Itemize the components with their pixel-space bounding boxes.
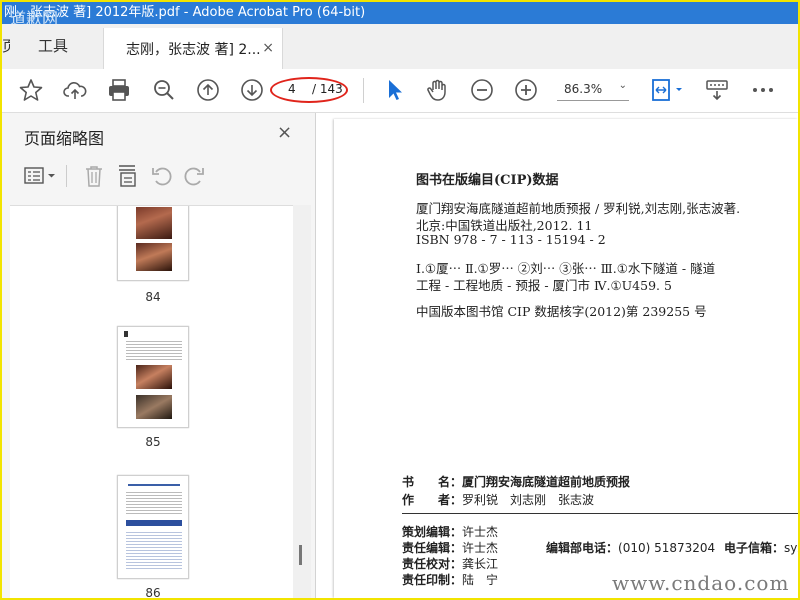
book-name-row: 书 名：厦门翔安海底隧道超前地质预报 [402,473,630,490]
cip-line: ISBN 978 - 7 - 113 - 15194 - 2 [416,232,606,247]
zoom-out-icon[interactable] [469,77,495,103]
read-mode-icon[interactable] [704,77,730,103]
zoom-in-icon[interactable] [513,77,539,103]
zoom-value: 86.3% [564,82,603,96]
pdf-page: 图书在版编目(CIP)数据 厦门翔安海底隧道超前地质预报 / 罗利锐,刘志刚,张… [334,119,798,598]
book-name: 厦门翔安海底隧道超前地质预报 [462,475,631,489]
close-panel-icon[interactable]: × [277,122,292,143]
document-tab-label: 志刚，张志波 著] 2... [126,42,261,58]
document-tab[interactable]: 志刚，张志波 著] 2... × [103,28,283,69]
dept-phone-row: 编辑部电话：(010) 51873204 [546,539,715,556]
panel-toolbar-divider [66,165,67,187]
zoom-select[interactable]: 86.3% ⌄ [557,80,629,101]
chevron-down-icon: ⌄ [618,80,627,91]
printer: 陆 宁 [462,573,499,587]
responsible-editor-label: 责任编辑： [402,541,463,555]
cip-line: 中国版本图书馆 CIP 数据核字(2012)第 239255 号 [416,304,707,319]
author-row: 作 者：罗利锐 刘志刚 张志波 [402,491,594,508]
thumbnail-page-86[interactable] [117,475,189,579]
thumbnail-banner [126,520,182,526]
email: syx [784,541,798,555]
print-icon[interactable] [106,77,132,103]
next-page-icon[interactable] [239,77,265,103]
planning-editor: 许士杰 [462,525,499,539]
more-options-icon[interactable] [750,77,776,103]
select-pointer-icon[interactable] [382,77,408,103]
thumbnail-page-84[interactable] [117,206,189,281]
thumbnail-list[interactable]: 84 85 86 [10,205,293,599]
authors: 罗利锐 刘志刚 张志波 [462,493,595,507]
star-icon[interactable] [18,77,44,103]
thumbnail-text [126,490,182,516]
document-view[interactable]: 图书在版编目(CIP)数据 厦门翔安海底隧道超前地质预报 / 罗利锐,刘志刚,张… [316,113,798,598]
cloud-upload-icon[interactable] [62,77,88,103]
thumbnail-image [136,395,172,419]
printer-row: 责任印制：陆 宁 [402,571,498,588]
proofreader-row: 责任校对：龚长江 [402,555,498,572]
close-tab-icon[interactable]: × [262,40,274,56]
planning-editor-row: 策划编辑：许士杰 [402,523,498,540]
thumbnail-page-85[interactable] [117,326,189,428]
thumbnail-scrollbar[interactable] [293,205,311,598]
hand-tool-icon[interactable] [425,77,451,103]
dept-phone: (010) 51873204 [618,541,716,555]
thumbnail-image [136,207,172,239]
previous-page-icon[interactable] [195,77,221,103]
thumbnail-label: 85 [145,435,161,449]
red-highlight-circle [270,77,348,103]
cip-line: 工程 - 工程地质 - 预报 - 厦门市 Ⅳ.①U459. 5 [416,278,672,293]
insert-page-icon[interactable] [116,163,140,189]
planning-editor-label: 策划编辑： [402,525,463,539]
menu-home[interactable]: 页 [2,24,10,69]
thumbnail-text [126,530,182,570]
page-thumbnails-panel: 页面缩略图 × 84 85 86 [2,113,316,598]
email-label: 电子信箱： [724,541,785,555]
book-name-label: 书 名： [402,475,463,489]
proofreader-label: 责任校对： [402,557,463,571]
thumbnail-options-icon[interactable] [24,163,60,189]
thumbnail-heading [128,484,180,486]
rotate-left-icon[interactable] [150,163,174,189]
printer-label: 责任印制： [402,573,463,587]
cip-heading: 图书在版编目(CIP)数据 [416,173,559,188]
responsible-editor-row: 责任编辑：许士杰 [402,539,498,556]
watermark-bottom-right: www.cndao.com [612,571,790,595]
thumbnail-image [136,243,172,271]
acrobat-window: 刚，张志波 著] 2012年版.pdf - Adobe Acrobat Pro … [0,0,800,600]
divider-line [402,513,798,514]
page-fit-icon[interactable] [650,77,686,103]
thumbnail-label: 84 [145,290,161,304]
tab-bar: 页 工具 志刚，张志波 著] 2... × [2,24,798,70]
toolbar: 4 / 143 86.3% ⌄ [2,69,798,113]
page-number-box: 4 / 143 [270,77,350,103]
toolbar-divider [363,78,364,103]
dept-phone-label: 编辑部电话： [546,541,619,555]
thumbnail-image [136,365,172,389]
proofreader: 龚长江 [462,557,499,571]
thumbnail-text [126,339,182,361]
find-zoom-icon[interactable] [151,77,177,103]
panel-title: 页面缩略图 [24,129,105,148]
author-label: 作 者： [402,493,463,507]
email-row: 电子信箱：syx [724,539,798,556]
scrollbar-thumb[interactable] [299,545,302,565]
responsible-editor: 许士杰 [462,541,499,555]
thumbnail-label: 86 [145,586,161,599]
menu-tools[interactable]: 工具 [38,24,68,69]
title-bar: 刚，张志波 著] 2012年版.pdf - Adobe Acrobat Pro … [2,2,798,24]
rotate-right-icon[interactable] [182,163,206,189]
trash-icon[interactable] [82,163,106,189]
thumbnail-heading [124,331,128,337]
